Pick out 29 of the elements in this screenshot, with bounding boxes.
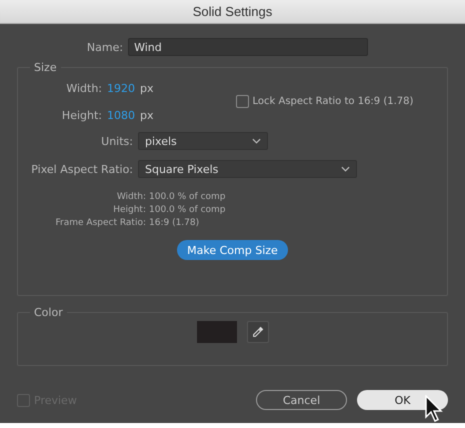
- pixel-aspect-dropdown[interactable]: Square Pixels: [138, 160, 357, 178]
- window-title: Solid Settings: [192, 4, 272, 19]
- size-legend: Size: [30, 61, 61, 74]
- name-field[interactable]: Wind: [128, 38, 368, 56]
- eyedropper-button[interactable]: [246, 321, 268, 343]
- mouse-cursor-icon: [424, 395, 444, 423]
- info-label: Frame Aspect Ratio:: [54, 218, 146, 228]
- color-swatch[interactable]: [196, 321, 236, 343]
- make-comp-size-button[interactable]: Make Comp Size: [177, 240, 288, 260]
- cancel-button[interactable]: Cancel: [256, 390, 347, 410]
- width-unit: px: [140, 82, 154, 95]
- lock-label: Lock Aspect Ratio to 16:9 (1.78): [252, 96, 414, 106]
- ok-button[interactable]: OK: [357, 390, 448, 410]
- chevron-icon: [252, 138, 261, 144]
- pixel-aspect-label: Pixel Aspect Ratio:: [30, 162, 133, 176]
- name-label: Name:: [86, 40, 124, 54]
- chevron-icon: [341, 166, 350, 172]
- height-unit: px: [140, 109, 154, 122]
- lock-checkbox[interactable]: [236, 94, 248, 108]
- units-dropdown[interactable]: pixels: [138, 132, 268, 150]
- color-legend: Color: [30, 306, 67, 319]
- info-value: 100.0 % of comp: [149, 205, 226, 215]
- height-label: Height:: [60, 109, 102, 122]
- width-label: Width:: [65, 82, 102, 95]
- info-value: 16:9 (1.78): [149, 218, 200, 228]
- info-label: Width:: [116, 192, 146, 202]
- info-value: 100.0 % of comp: [149, 192, 226, 202]
- info-label: Height:: [112, 205, 146, 215]
- units-label: Units:: [100, 134, 133, 148]
